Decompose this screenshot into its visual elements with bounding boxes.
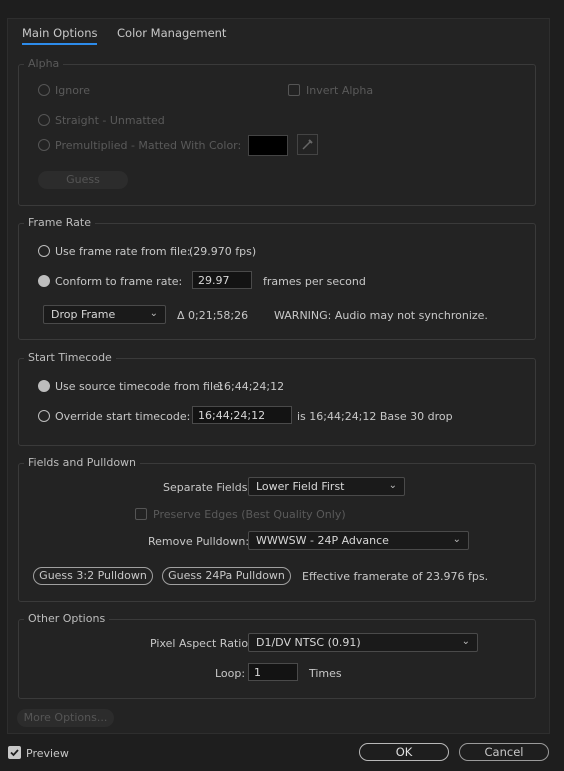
premultiplied-radio[interactable] bbox=[38, 139, 50, 151]
drop-frame-value: Drop Frame bbox=[51, 308, 116, 321]
frame-rate-group-title: Frame Rate bbox=[24, 216, 95, 229]
ok-button[interactable]: OK bbox=[359, 743, 449, 761]
premultiplied-label: Premultiplied - Matted With Color: bbox=[55, 139, 242, 152]
guess-32-pulldown-button[interactable]: Guess 3:2 Pulldown bbox=[33, 567, 153, 585]
pixel-aspect-ratio-value: D1/DV NTSC (0.91) bbox=[256, 636, 361, 649]
use-source-timecode-label: Use source timecode from file: bbox=[55, 380, 224, 393]
chevron-down-icon: ⌄ bbox=[388, 480, 397, 491]
other-options-group bbox=[18, 619, 536, 699]
invert-alpha-label: Invert Alpha bbox=[306, 84, 374, 97]
effective-framerate: Effective framerate of 23.976 fps. bbox=[302, 570, 489, 583]
pixel-aspect-ratio-label: Pixel Aspect Ratio: bbox=[150, 637, 252, 650]
remove-pulldown-label: Remove Pulldown: bbox=[148, 535, 250, 548]
chevron-down-icon: ⌄ bbox=[452, 534, 461, 545]
eyedropper-button[interactable] bbox=[297, 134, 318, 155]
separate-fields-dropdown[interactable]: Lower Field First ⌄ bbox=[248, 477, 405, 496]
more-options-button[interactable]: More Options... bbox=[17, 709, 114, 727]
tab-color-management[interactable]: Color Management bbox=[117, 26, 226, 40]
override-timecode-radio[interactable] bbox=[38, 410, 50, 422]
conform-frame-rate-input[interactable]: 29.97 bbox=[192, 271, 252, 289]
source-timecode-value: 16;44;24;12 bbox=[217, 380, 285, 393]
checkmark-icon bbox=[10, 749, 19, 757]
guess-alpha-button[interactable]: Guess bbox=[38, 171, 128, 189]
ignore-label: Ignore bbox=[55, 84, 90, 97]
loop-input[interactable]: 1 bbox=[248, 663, 298, 681]
chevron-down-icon: ⌄ bbox=[461, 636, 470, 647]
use-source-timecode-radio[interactable] bbox=[38, 380, 50, 392]
preserve-edges-checkbox[interactable] bbox=[135, 508, 147, 520]
cancel-button[interactable]: Cancel bbox=[459, 743, 549, 761]
drop-frame-dropdown[interactable]: Drop Frame ⌄ bbox=[43, 305, 166, 324]
matte-color-swatch[interactable] bbox=[248, 135, 288, 156]
tab-main-options[interactable]: Main Options bbox=[22, 26, 98, 45]
use-file-frame-rate-radio[interactable] bbox=[38, 245, 50, 257]
fields-pulldown-group-title: Fields and Pulldown bbox=[24, 456, 141, 469]
invert-alpha-checkbox[interactable] bbox=[288, 84, 300, 96]
other-options-group-title: Other Options bbox=[24, 612, 110, 625]
use-file-frame-rate-label: Use frame rate from file: bbox=[55, 245, 191, 258]
chevron-down-icon: ⌄ bbox=[149, 308, 158, 319]
preview-label: Preview bbox=[26, 747, 69, 760]
guess-24pa-pulldown-button[interactable]: Guess 24Pa Pulldown bbox=[162, 567, 291, 585]
preview-checkbox[interactable] bbox=[8, 746, 21, 759]
duration-value: Δ 0;21;58;26 bbox=[177, 309, 249, 322]
remove-pulldown-value: WWWSW - 24P Advance bbox=[256, 534, 389, 547]
eyedropper-icon bbox=[302, 139, 313, 150]
audio-warning: WARNING: Audio may not synchronize. bbox=[274, 309, 488, 322]
loop-times-label: Times bbox=[309, 667, 342, 680]
override-timecode-input[interactable]: 16;44;24;12 bbox=[192, 406, 292, 424]
conform-frame-rate-label: Conform to frame rate: bbox=[55, 275, 183, 288]
conform-frame-rate-radio[interactable] bbox=[38, 275, 50, 287]
timecode-info: is 16;44;24;12 Base 30 drop bbox=[297, 410, 453, 423]
separate-fields-value: Lower Field First bbox=[256, 480, 345, 493]
separate-fields-label: Separate Fields: bbox=[163, 481, 252, 494]
remove-pulldown-dropdown[interactable]: WWWSW - 24P Advance ⌄ bbox=[248, 531, 469, 550]
start-timecode-group-title: Start Timecode bbox=[24, 351, 116, 364]
loop-label: Loop: bbox=[215, 667, 246, 680]
straight-radio[interactable] bbox=[38, 114, 50, 126]
start-timecode-group bbox=[18, 358, 536, 446]
preserve-edges-label: Preserve Edges (Best Quality Only) bbox=[153, 508, 346, 521]
ignore-radio[interactable] bbox=[38, 84, 50, 96]
override-timecode-label: Override start timecode: bbox=[55, 410, 191, 423]
alpha-group-title: Alpha bbox=[24, 57, 64, 70]
fps-unit-label: frames per second bbox=[263, 275, 366, 288]
pixel-aspect-ratio-dropdown[interactable]: D1/DV NTSC (0.91) ⌄ bbox=[248, 633, 478, 652]
straight-label: Straight - Unmatted bbox=[55, 114, 165, 127]
file-fps-value: (29.970 fps) bbox=[189, 245, 257, 258]
